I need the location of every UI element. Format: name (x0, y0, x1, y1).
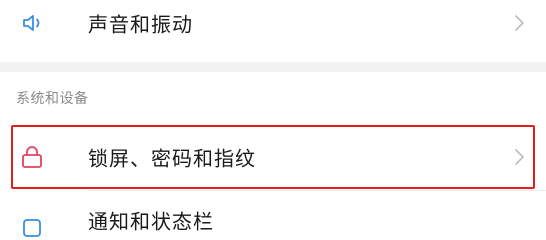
settings-screen: 声音和振动 系统和设备 锁屏、密码和指纹 通知和状态栏 (0, 0, 546, 240)
settings-item-label: 通知和状态栏 (88, 209, 214, 234)
settings-item-label: 声音和振动 (88, 12, 193, 37)
settings-item-lock-screen[interactable]: 锁屏、密码和指纹 (0, 126, 546, 188)
row-divider (88, 190, 546, 191)
speaker-icon (18, 9, 46, 37)
settings-item-label: 锁屏、密码和指纹 (88, 146, 256, 171)
section-header: 系统和设备 (16, 91, 89, 107)
notification-icon (18, 214, 46, 240)
chevron-right-icon (508, 146, 530, 168)
settings-item-notifications[interactable]: 通知和状态栏 (0, 200, 546, 240)
chevron-right-icon (508, 12, 530, 34)
settings-item-sound-vibration[interactable]: 声音和振动 (0, 0, 546, 46)
lock-icon (18, 143, 46, 171)
section-gap (0, 62, 546, 72)
